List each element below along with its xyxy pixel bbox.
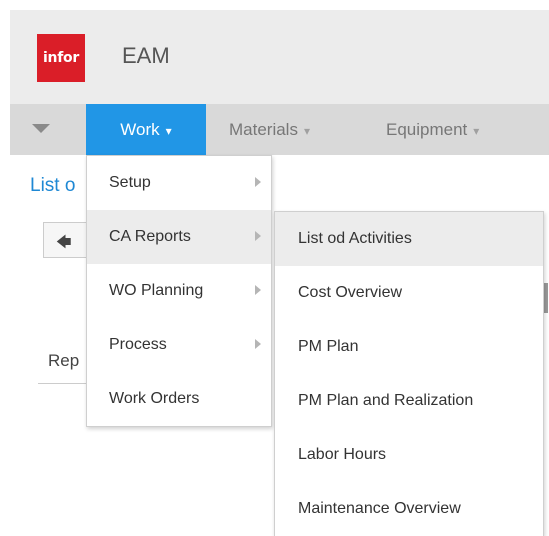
submenu-item-cost-overview[interactable]: Cost Overview <box>275 266 543 320</box>
submenu-item-labor-hours[interactable]: Labor Hours <box>275 428 543 482</box>
nav-tab-work[interactable]: Work ▾ <box>86 104 206 155</box>
nav-tab-label: Equipment <box>386 120 468 139</box>
menu-item-process[interactable]: Process <box>87 318 271 372</box>
menu-item-work-orders[interactable]: Work Orders <box>87 372 271 426</box>
nav-collapse-chevron-icon[interactable] <box>32 124 50 133</box>
menu-item-label: CA Reports <box>109 228 191 245</box>
app-title: EAM <box>122 43 170 68</box>
menu-item-label: Work Orders <box>109 390 200 407</box>
menu-item-setup[interactable]: Setup <box>87 156 271 210</box>
page-title: List o <box>30 175 76 196</box>
menu-item-label: Setup <box>109 174 151 191</box>
submenu-item-list-od-activities[interactable]: List od Activities <box>275 212 543 266</box>
chevron-right-icon <box>255 339 261 349</box>
chevron-right-icon <box>255 285 261 295</box>
submenu-item-pm-plan-and-realization[interactable]: PM Plan and Realization <box>275 374 543 428</box>
caret-down-icon: ▾ <box>165 124 172 138</box>
nav-tab-label: Materials <box>229 120 298 139</box>
infor-logo[interactable]: infor <box>37 34 85 82</box>
ca-reports-submenu: List od Activities Cost Overview PM Plan… <box>274 211 544 536</box>
menu-item-label: Process <box>109 336 167 353</box>
chevron-right-icon <box>255 177 261 187</box>
section-tab-label[interactable]: Rep <box>48 351 79 371</box>
work-dropdown-menu: Setup CA Reports WO Planning Process Wor… <box>86 155 272 427</box>
submenu-item-maintenance-overview[interactable]: Maintenance Overview <box>275 482 543 536</box>
menu-item-label: WO Planning <box>109 282 204 299</box>
caret-down-icon: ▾ <box>303 124 310 138</box>
submenu-item-pm-plan[interactable]: PM Plan <box>275 320 543 374</box>
caret-down-icon: ▾ <box>473 124 480 138</box>
arrow-left-icon: 🡄 <box>56 234 72 251</box>
main-nav-bar: Work ▾ Materials ▾ Equipment ▾ <box>10 104 549 155</box>
menu-item-wo-planning[interactable]: WO Planning <box>87 264 271 318</box>
nav-tab-label: Work <box>120 120 160 139</box>
app-header: infor EAM <box>10 10 549 104</box>
chevron-right-icon <box>255 231 261 241</box>
toolbar-divider <box>544 283 548 313</box>
nav-tab-equipment[interactable]: Equipment ▾ <box>386 104 479 155</box>
menu-item-ca-reports[interactable]: CA Reports <box>87 210 271 264</box>
nav-tab-materials[interactable]: Materials ▾ <box>229 104 310 155</box>
